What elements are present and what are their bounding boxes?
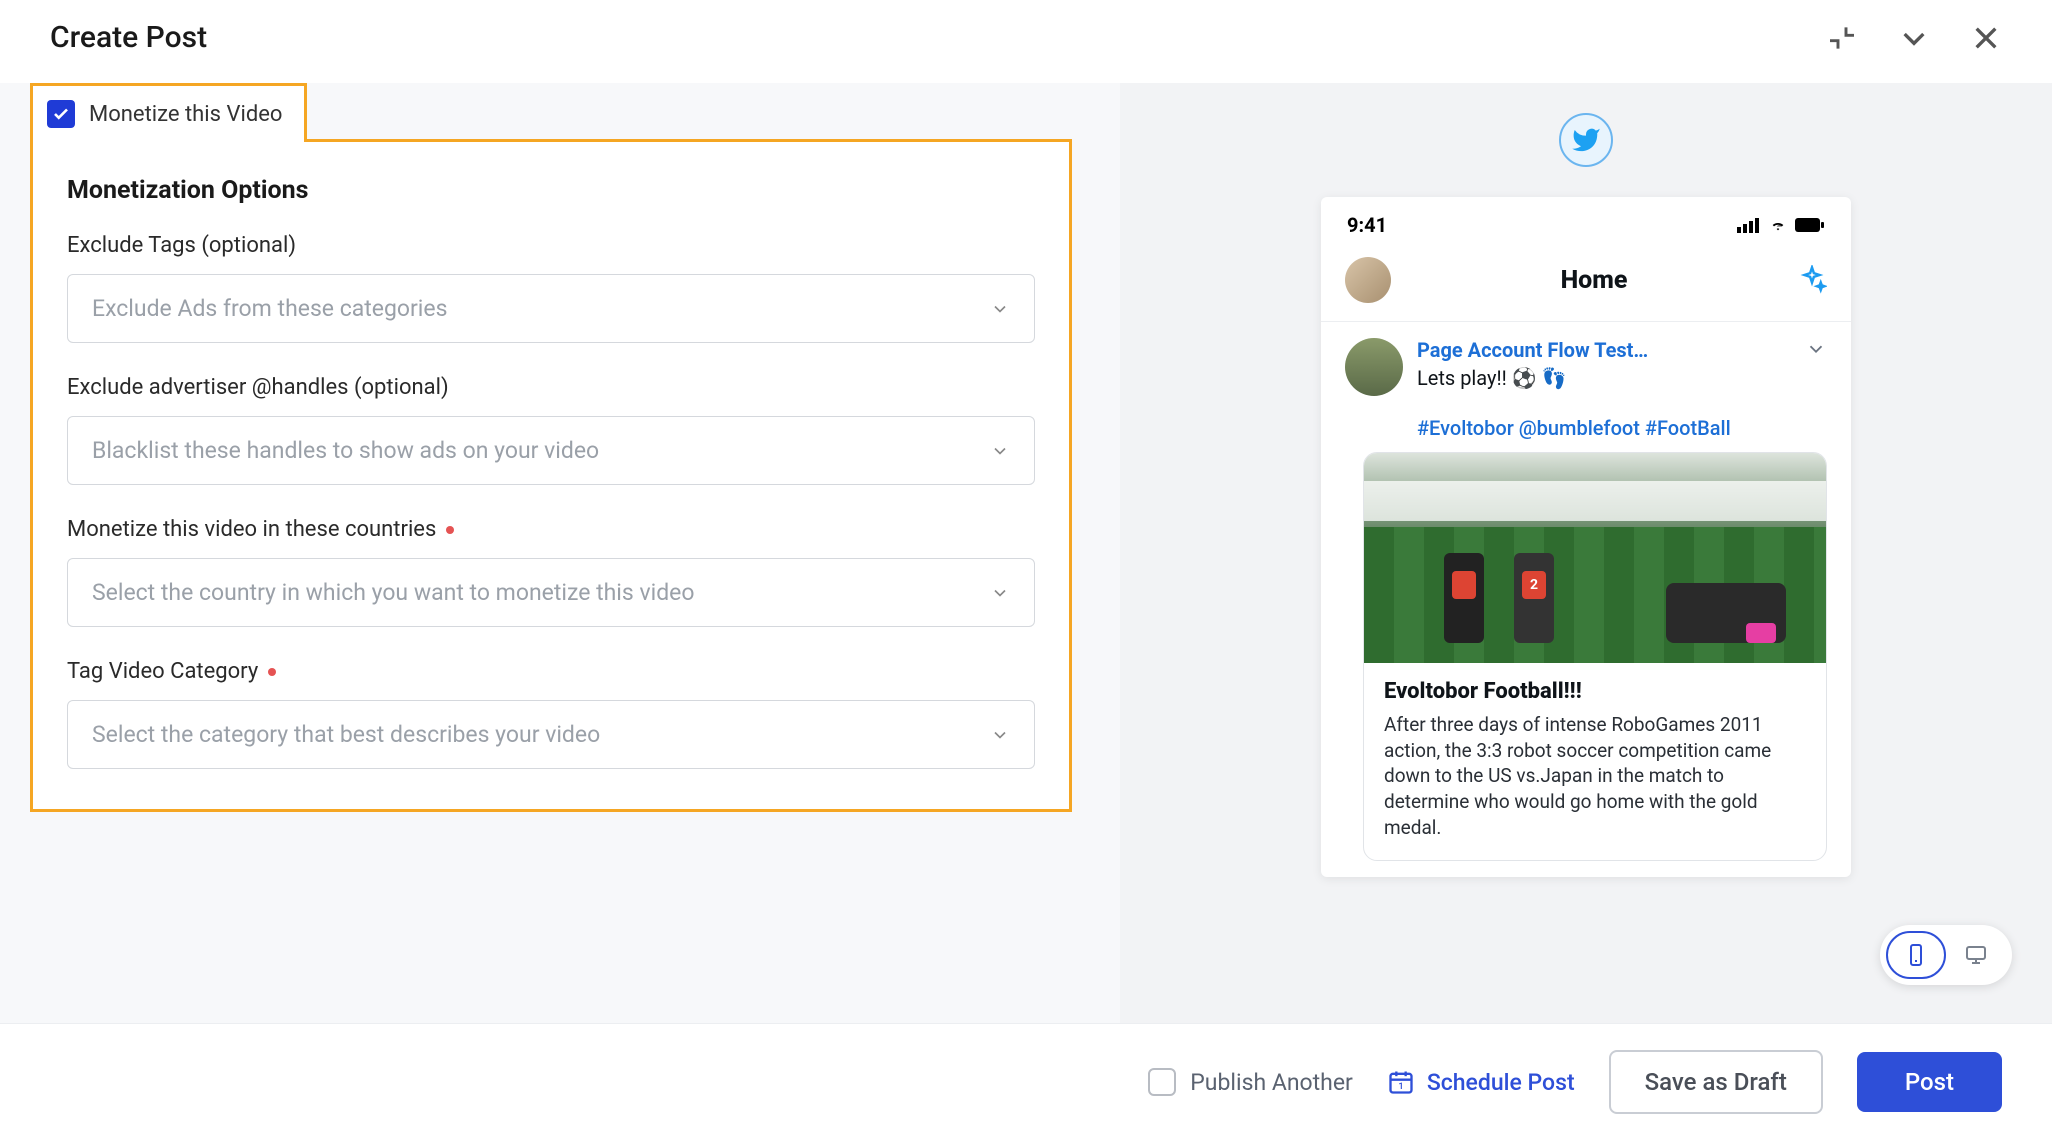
video-thumbnail[interactable]: 2 xyxy=(1364,453,1826,663)
collapse-icon[interactable] xyxy=(1826,22,1858,54)
field-label: Exclude Tags (optional) xyxy=(67,233,1035,258)
profile-avatar[interactable] xyxy=(1345,257,1391,303)
save-draft-button[interactable]: Save as Draft xyxy=(1609,1050,1823,1114)
post-button[interactable]: Post xyxy=(1857,1052,2002,1112)
monetization-options-card: Monetization Options Exclude Tags (optio… xyxy=(30,139,1072,812)
tweet-text: Lets play!! ⚽ 👣 xyxy=(1417,366,1827,390)
monetize-checkbox[interactable] xyxy=(47,100,75,128)
chevron-down-icon xyxy=(990,725,1010,745)
desktop-view-toggle[interactable] xyxy=(1946,931,2006,979)
card-title: Monetization Options xyxy=(67,176,1035,205)
dialog-footer: Publish Another 1 Schedule Post Save as … xyxy=(0,1023,2052,1140)
field-label: Tag Video Category xyxy=(67,659,1035,684)
publish-another-checkbox[interactable] xyxy=(1148,1068,1176,1096)
battery-icon xyxy=(1795,217,1825,233)
tweet-preview: Page Account Flow Test… Lets play!! ⚽ 👣 … xyxy=(1321,322,1851,877)
status-icons xyxy=(1737,217,1825,233)
category-field: Tag Video Category Select the category t… xyxy=(67,659,1035,769)
publish-another-option: Publish Another xyxy=(1148,1068,1353,1096)
schedule-post-button[interactable]: 1 Schedule Post xyxy=(1387,1068,1575,1096)
chevron-down-icon[interactable] xyxy=(1805,338,1827,360)
field-label-text: Tag Video Category xyxy=(67,659,258,684)
video-card: 2 Evoltobor Football!!! After three days… xyxy=(1363,452,1827,861)
video-title: Evoltobor Football!!! xyxy=(1384,679,1806,704)
tweet-avatar xyxy=(1345,338,1403,396)
countries-field: Monetize this video in these countries S… xyxy=(67,517,1035,627)
svg-text:1: 1 xyxy=(1398,1081,1403,1092)
device-toggle xyxy=(1880,925,2012,985)
select-placeholder: Blacklist these handles to show ads on y… xyxy=(92,437,599,464)
dialog-header: Create Post xyxy=(0,0,2052,83)
select-placeholder: Exclude Ads from these categories xyxy=(92,295,447,322)
select-placeholder: Select the category that best describes … xyxy=(92,721,600,748)
exclude-handles-field: Exclude advertiser @handles (optional) B… xyxy=(67,375,1035,485)
publish-another-label: Publish Another xyxy=(1190,1069,1353,1096)
exclude-handles-select[interactable]: Blacklist these handles to show ads on y… xyxy=(67,416,1035,485)
header-actions xyxy=(1826,22,2002,54)
calendar-icon: 1 xyxy=(1387,1068,1415,1096)
minimize-icon[interactable] xyxy=(1898,22,1930,54)
mobile-icon xyxy=(1904,943,1928,967)
field-label-text: Monetize this video in these countries xyxy=(67,517,436,542)
schedule-label: Schedule Post xyxy=(1427,1069,1575,1096)
required-indicator xyxy=(268,668,276,676)
select-placeholder: Select the country in which you want to … xyxy=(92,579,694,606)
exclude-tags-field: Exclude Tags (optional) Exclude Ads from… xyxy=(67,233,1035,343)
twitter-icon xyxy=(1571,125,1601,155)
signal-icon xyxy=(1737,217,1761,233)
exclude-tags-select[interactable]: Exclude Ads from these categories xyxy=(67,274,1035,343)
form-panel: Monetize this Video Monetization Options… xyxy=(0,83,1120,1023)
countries-select[interactable]: Select the country in which you want to … xyxy=(67,558,1035,627)
required-indicator xyxy=(446,526,454,534)
mobile-view-toggle[interactable] xyxy=(1886,931,1946,979)
monetize-checkbox-label: Monetize this Video xyxy=(89,102,282,127)
feed-header: Home xyxy=(1321,243,1851,322)
phone-status-bar: 9:41 xyxy=(1321,197,1851,243)
feed-title: Home xyxy=(1561,266,1628,295)
wifi-icon xyxy=(1767,217,1789,233)
category-select[interactable]: Select the category that best describes … xyxy=(67,700,1035,769)
preview-panel: 9:41 Home Page Account Flow Test… Lets xyxy=(1120,83,2052,1023)
account-name: Page Account Flow Test… xyxy=(1417,338,1827,362)
desktop-icon xyxy=(1964,943,1988,967)
chevron-down-icon xyxy=(990,441,1010,461)
close-icon[interactable] xyxy=(1970,22,2002,54)
twitter-network-badge[interactable] xyxy=(1559,113,1613,167)
status-time: 9:41 xyxy=(1347,213,1387,237)
monetize-checkbox-row: Monetize this Video xyxy=(30,83,307,142)
field-label: Exclude advertiser @handles (optional) xyxy=(67,375,1035,400)
video-description: After three days of intense RoboGames 20… xyxy=(1384,712,1806,840)
tweet-hashtags: #Evoltobor @bumblefoot #FootBall xyxy=(1417,416,1827,440)
chevron-down-icon xyxy=(990,583,1010,603)
dialog-title: Create Post xyxy=(50,20,207,55)
mobile-preview: 9:41 Home Page Account Flow Test… Lets xyxy=(1321,197,1851,877)
chevron-down-icon xyxy=(990,299,1010,319)
field-label: Monetize this video in these countries xyxy=(67,517,1035,542)
sparkle-icon[interactable] xyxy=(1797,265,1827,295)
